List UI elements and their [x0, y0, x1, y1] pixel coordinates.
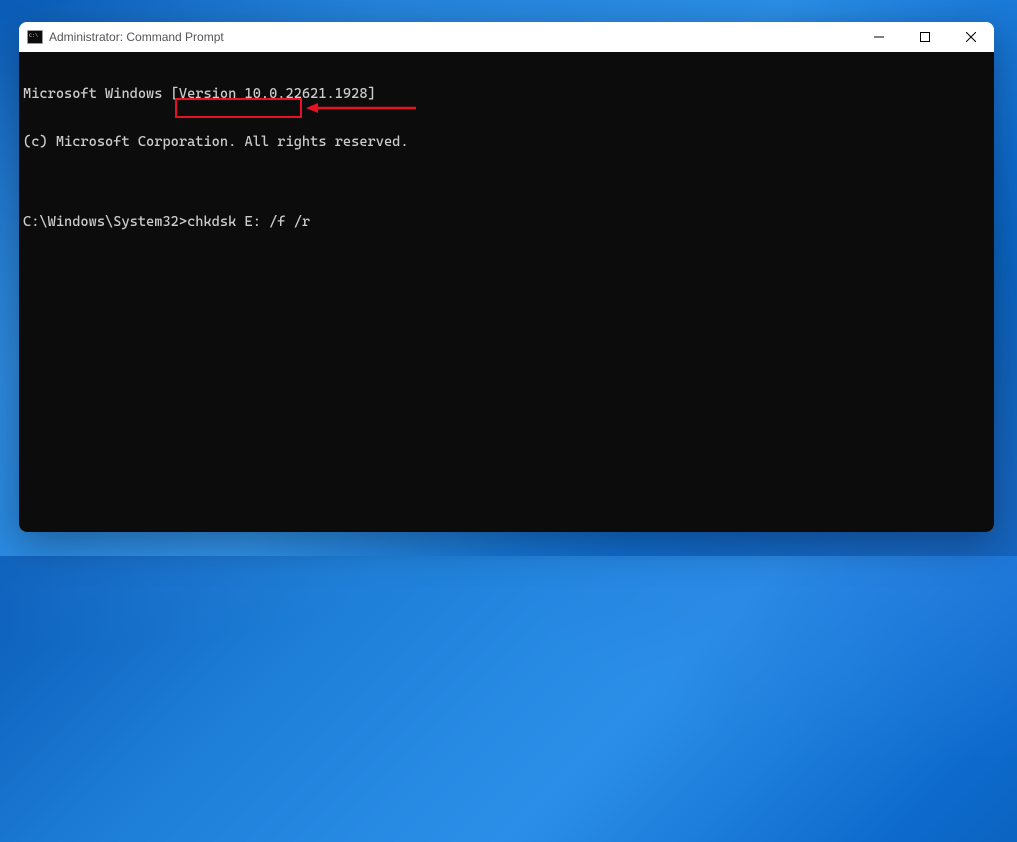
- minimize-button[interactable]: [856, 22, 902, 52]
- maximize-icon: [920, 32, 930, 42]
- window-title: Administrator: Command Prompt: [49, 30, 856, 44]
- version-line: Microsoft Windows [Version 10.0.22621.19…: [23, 86, 990, 102]
- arrow-annotation: [306, 100, 416, 116]
- typed-command: chkdsk E: /f /r: [187, 214, 310, 230]
- minimize-icon: [874, 32, 884, 42]
- titlebar[interactable]: Administrator: Command Prompt: [19, 22, 994, 52]
- maximize-button[interactable]: [902, 22, 948, 52]
- window-controls: [856, 22, 994, 52]
- prompt-path: C:\Windows\System32>: [23, 214, 187, 230]
- copyright-line: (c) Microsoft Corporation. All rights re…: [23, 134, 990, 150]
- close-icon: [966, 32, 976, 42]
- cmd-icon: [27, 30, 43, 44]
- prompt-line: C:\Windows\System32>chkdsk E: /f /r: [23, 214, 990, 230]
- command-prompt-window: Administrator: Command Prompt Microso: [19, 22, 994, 532]
- close-button[interactable]: [948, 22, 994, 52]
- terminal-area[interactable]: Microsoft Windows [Version 10.0.22621.19…: [19, 52, 994, 532]
